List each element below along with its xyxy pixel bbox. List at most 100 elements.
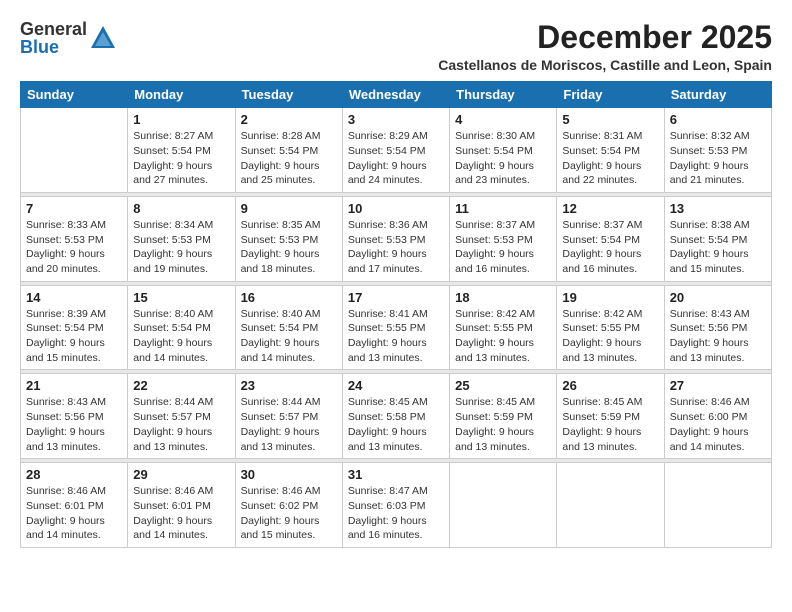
day-number: 24 xyxy=(348,378,444,393)
day-info: Sunrise: 8:47 AM Sunset: 6:03 PM Dayligh… xyxy=(348,484,444,543)
day-cell: 20 Sunrise: 8:43 AM Sunset: 5:56 PM Dayli… xyxy=(664,285,771,370)
day-number: 18 xyxy=(455,290,551,305)
day-number: 27 xyxy=(670,378,766,393)
column-header-friday: Friday xyxy=(557,82,664,108)
day-number: 15 xyxy=(133,290,229,305)
day-cell: 25 Sunrise: 8:45 AM Sunset: 5:59 PM Dayli… xyxy=(450,374,557,459)
day-cell: 15 Sunrise: 8:40 AM Sunset: 5:54 PM Dayli… xyxy=(128,285,235,370)
week-row-2: 7 Sunrise: 8:33 AM Sunset: 5:53 PM Daylig… xyxy=(21,196,772,281)
day-info: Sunrise: 8:46 AM Sunset: 6:01 PM Dayligh… xyxy=(133,484,229,543)
day-number: 22 xyxy=(133,378,229,393)
day-info: Sunrise: 8:46 AM Sunset: 6:00 PM Dayligh… xyxy=(670,395,766,454)
day-cell: 11Sunrise: 8:37 AM Sunset: 5:53 PM Dayli… xyxy=(450,196,557,281)
day-info: Sunrise: 8:44 AM Sunset: 5:57 PM Dayligh… xyxy=(241,395,337,454)
day-cell: 9Sunrise: 8:35 AM Sunset: 5:53 PM Daylig… xyxy=(235,196,342,281)
day-cell: 3Sunrise: 8:29 AM Sunset: 5:54 PM Daylig… xyxy=(342,108,449,193)
day-number: 17 xyxy=(348,290,444,305)
day-cell: 4Sunrise: 8:30 AM Sunset: 5:54 PM Daylig… xyxy=(450,108,557,193)
week-row-4: 21 Sunrise: 8:43 AM Sunset: 5:56 PM Dayli… xyxy=(21,374,772,459)
day-cell: 16 Sunrise: 8:40 AM Sunset: 5:54 PM Dayli… xyxy=(235,285,342,370)
day-info: Sunrise: 8:45 AM Sunset: 5:59 PM Dayligh… xyxy=(562,395,658,454)
day-cell: 6Sunrise: 8:32 AM Sunset: 5:53 PM Daylig… xyxy=(664,108,771,193)
day-number: 21 xyxy=(26,378,122,393)
day-cell: 21 Sunrise: 8:43 AM Sunset: 5:56 PM Dayli… xyxy=(21,374,128,459)
day-info: Sunrise: 8:39 AM Sunset: 5:54 PM Dayligh… xyxy=(26,307,122,366)
logo: General Blue xyxy=(20,20,117,56)
day-cell: 31 Sunrise: 8:47 AM Sunset: 6:03 PM Dayli… xyxy=(342,463,449,548)
day-number: 23 xyxy=(241,378,337,393)
day-number: 26 xyxy=(562,378,658,393)
day-info: Sunrise: 8:34 AM Sunset: 5:53 PM Dayligh… xyxy=(133,218,229,277)
day-info: Sunrise: 8:33 AM Sunset: 5:53 PM Dayligh… xyxy=(26,218,122,277)
day-info: Sunrise: 8:42 AM Sunset: 5:55 PM Dayligh… xyxy=(562,307,658,366)
day-info: Sunrise: 8:43 AM Sunset: 5:56 PM Dayligh… xyxy=(670,307,766,366)
day-cell: 8 Sunrise: 8:34 AM Sunset: 5:53 PM Daylig… xyxy=(128,196,235,281)
column-header-sunday: Sunday xyxy=(21,82,128,108)
day-info: Sunrise: 8:45 AM Sunset: 5:59 PM Dayligh… xyxy=(455,395,551,454)
day-cell: 17 Sunrise: 8:41 AM Sunset: 5:55 PM Dayli… xyxy=(342,285,449,370)
day-number: 30 xyxy=(241,467,337,482)
day-number: 5 xyxy=(562,112,658,127)
day-info: Sunrise: 8:38 AM Sunset: 5:54 PM Dayligh… xyxy=(670,218,766,277)
day-info: Sunrise: 8:46 AM Sunset: 6:01 PM Dayligh… xyxy=(26,484,122,543)
day-info: Sunrise: 8:31 AM Sunset: 5:54 PM Dayligh… xyxy=(562,129,658,188)
day-number: 19 xyxy=(562,290,658,305)
logo-text: General Blue xyxy=(20,20,87,56)
column-header-wednesday: Wednesday xyxy=(342,82,449,108)
day-cell: 18 Sunrise: 8:42 AM Sunset: 5:55 PM Dayli… xyxy=(450,285,557,370)
day-cell: 13 Sunrise: 8:38 AM Sunset: 5:54 PM Dayli… xyxy=(664,196,771,281)
day-cell: 24 Sunrise: 8:45 AM Sunset: 5:58 PM Dayli… xyxy=(342,374,449,459)
day-number: 16 xyxy=(241,290,337,305)
day-info: Sunrise: 8:40 AM Sunset: 5:54 PM Dayligh… xyxy=(133,307,229,366)
day-cell xyxy=(21,108,128,193)
day-info: Sunrise: 8:37 AM Sunset: 5:53 PM Dayligh… xyxy=(455,218,551,277)
day-cell: 2Sunrise: 8:28 AM Sunset: 5:54 PM Daylig… xyxy=(235,108,342,193)
week-row-5: 28Sunrise: 8:46 AM Sunset: 6:01 PM Dayli… xyxy=(21,463,772,548)
column-header-saturday: Saturday xyxy=(664,82,771,108)
day-number: 8 xyxy=(133,201,229,216)
day-number: 29 xyxy=(133,467,229,482)
location-subtitle: Castellanos de Moriscos, Castille and Le… xyxy=(438,57,772,73)
calendar-table: SundayMondayTuesdayWednesdayThursdayFrid… xyxy=(20,81,772,548)
day-cell: 27 Sunrise: 8:46 AM Sunset: 6:00 PM Dayli… xyxy=(664,374,771,459)
column-header-tuesday: Tuesday xyxy=(235,82,342,108)
day-info: Sunrise: 8:44 AM Sunset: 5:57 PM Dayligh… xyxy=(133,395,229,454)
day-number: 10 xyxy=(348,201,444,216)
day-cell: 29 Sunrise: 8:46 AM Sunset: 6:01 PM Dayli… xyxy=(128,463,235,548)
header-row: SundayMondayTuesdayWednesdayThursdayFrid… xyxy=(21,82,772,108)
day-info: Sunrise: 8:27 AM Sunset: 5:54 PM Dayligh… xyxy=(133,129,229,188)
day-cell: 7 Sunrise: 8:33 AM Sunset: 5:53 PM Daylig… xyxy=(21,196,128,281)
day-cell xyxy=(450,463,557,548)
week-row-3: 14 Sunrise: 8:39 AM Sunset: 5:54 PM Dayli… xyxy=(21,285,772,370)
day-cell: 28Sunrise: 8:46 AM Sunset: 6:01 PM Dayli… xyxy=(21,463,128,548)
column-header-monday: Monday xyxy=(128,82,235,108)
day-number: 31 xyxy=(348,467,444,482)
week-row-1: 1 Sunrise: 8:27 AM Sunset: 5:54 PM Daylig… xyxy=(21,108,772,193)
day-info: Sunrise: 8:41 AM Sunset: 5:55 PM Dayligh… xyxy=(348,307,444,366)
logo-icon xyxy=(89,24,117,52)
month-title: December 2025 xyxy=(438,20,772,55)
calendar-header: SundayMondayTuesdayWednesdayThursdayFrid… xyxy=(21,82,772,108)
day-cell: 30 Sunrise: 8:46 AM Sunset: 6:02 PM Dayli… xyxy=(235,463,342,548)
day-cell: 22 Sunrise: 8:44 AM Sunset: 5:57 PM Dayli… xyxy=(128,374,235,459)
logo-blue: Blue xyxy=(20,37,59,57)
day-info: Sunrise: 8:43 AM Sunset: 5:56 PM Dayligh… xyxy=(26,395,122,454)
day-number: 13 xyxy=(670,201,766,216)
day-info: Sunrise: 8:42 AM Sunset: 5:55 PM Dayligh… xyxy=(455,307,551,366)
day-info: Sunrise: 8:36 AM Sunset: 5:53 PM Dayligh… xyxy=(348,218,444,277)
day-info: Sunrise: 8:45 AM Sunset: 5:58 PM Dayligh… xyxy=(348,395,444,454)
day-cell: 12Sunrise: 8:37 AM Sunset: 5:54 PM Dayli… xyxy=(557,196,664,281)
day-cell: 14 Sunrise: 8:39 AM Sunset: 5:54 PM Dayli… xyxy=(21,285,128,370)
day-info: Sunrise: 8:30 AM Sunset: 5:54 PM Dayligh… xyxy=(455,129,551,188)
page-header: General Blue December 2025 Castellanos d… xyxy=(20,20,772,73)
day-number: 14 xyxy=(26,290,122,305)
day-info: Sunrise: 8:40 AM Sunset: 5:54 PM Dayligh… xyxy=(241,307,337,366)
day-number: 9 xyxy=(241,201,337,216)
day-number: 20 xyxy=(670,290,766,305)
day-info: Sunrise: 8:46 AM Sunset: 6:02 PM Dayligh… xyxy=(241,484,337,543)
day-number: 1 xyxy=(133,112,229,127)
day-cell: 5 Sunrise: 8:31 AM Sunset: 5:54 PM Daylig… xyxy=(557,108,664,193)
day-cell: 23 Sunrise: 8:44 AM Sunset: 5:57 PM Dayli… xyxy=(235,374,342,459)
day-number: 25 xyxy=(455,378,551,393)
day-number: 7 xyxy=(26,201,122,216)
